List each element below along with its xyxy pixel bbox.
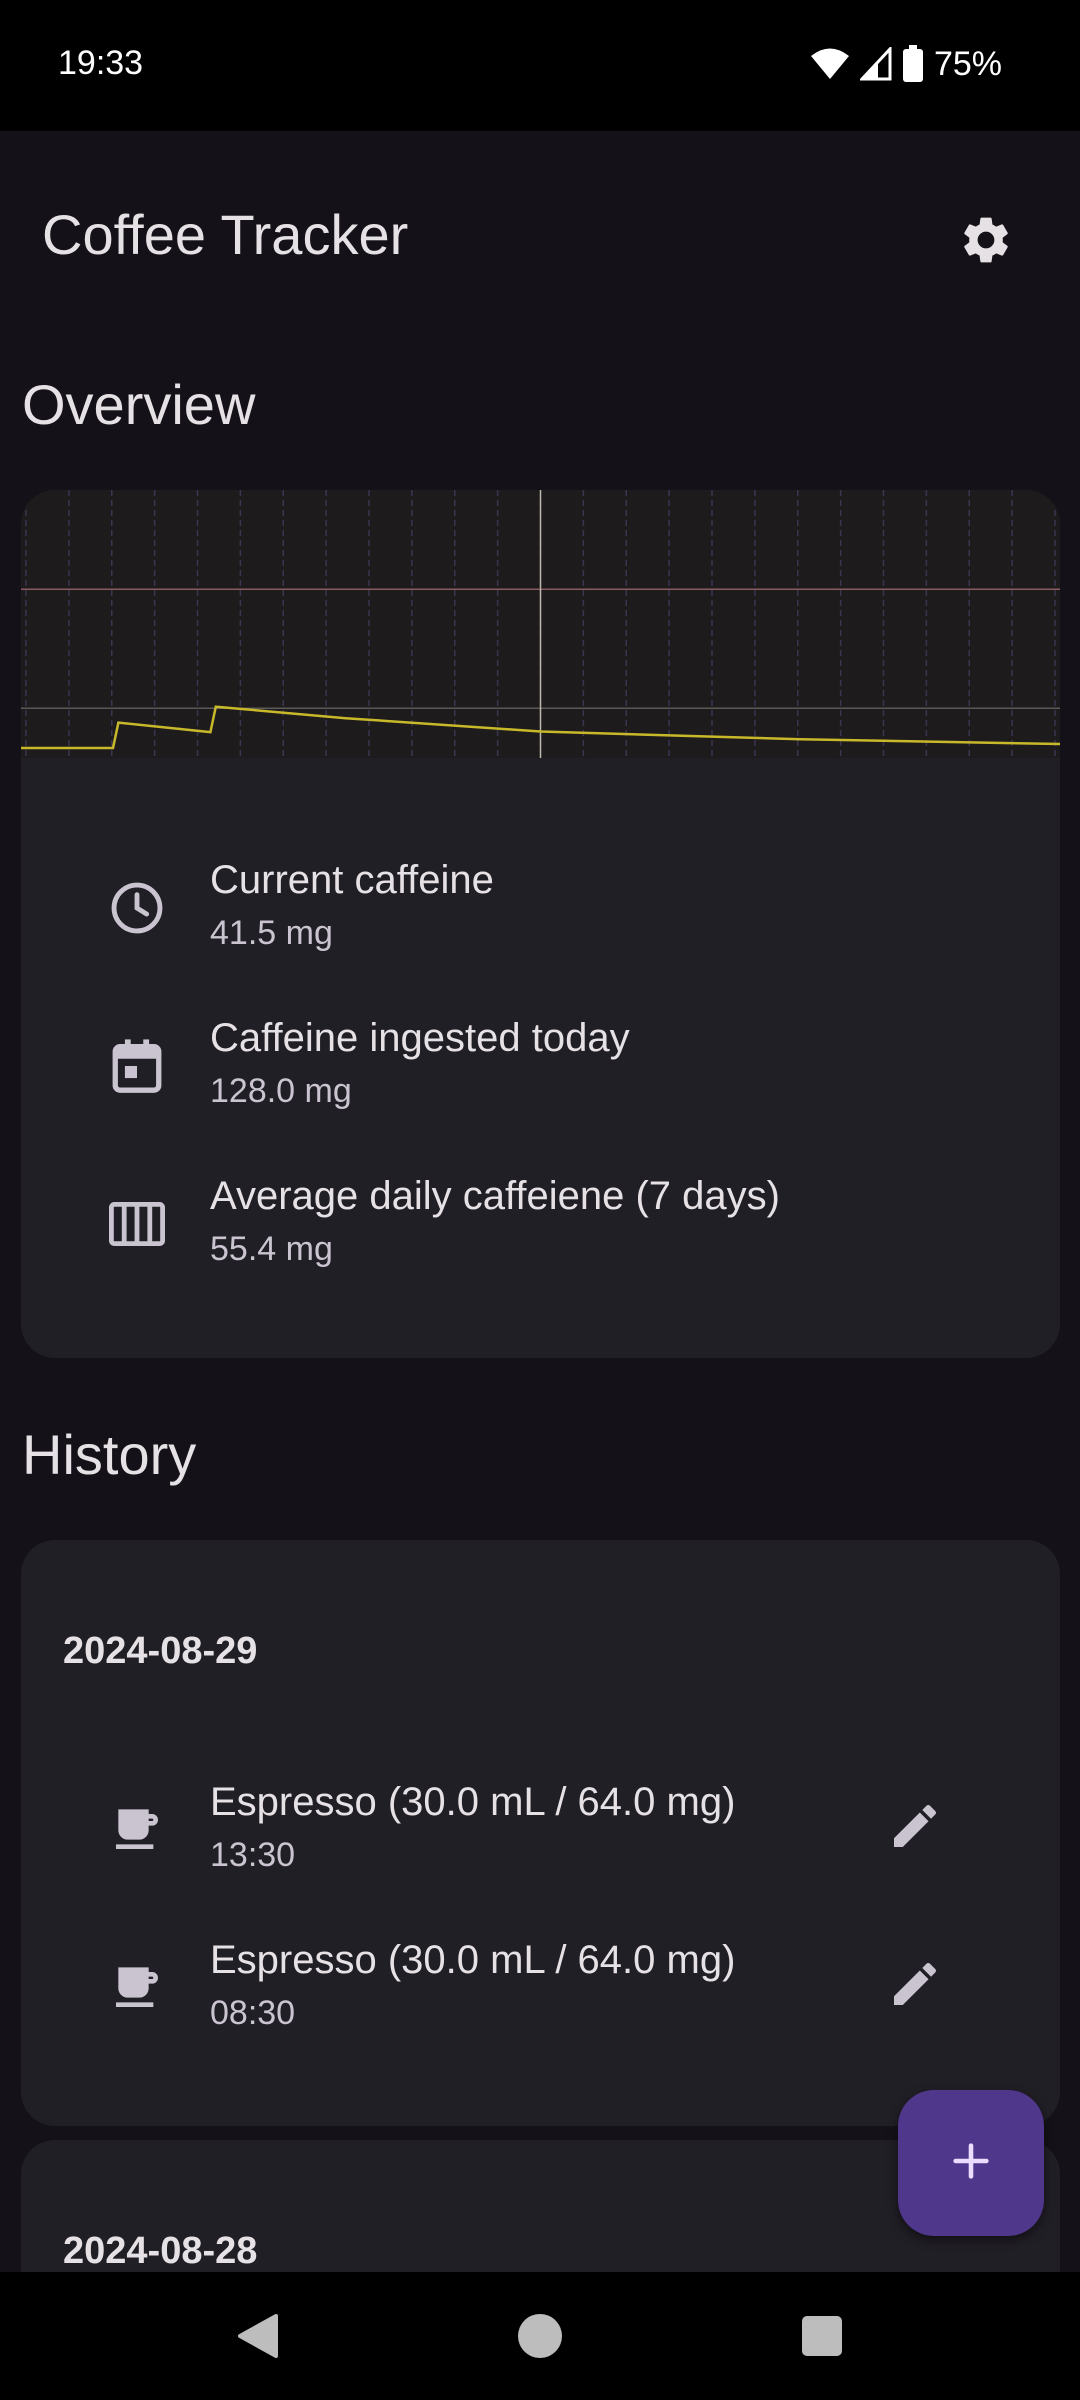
edit-button[interactable]: [879, 1792, 951, 1864]
gear-icon: [958, 212, 1014, 273]
status-icons: 75%: [810, 40, 1002, 88]
pencil-icon: [887, 1956, 943, 2017]
status-time: 19:33: [58, 44, 144, 82]
stat-today-caffeine: Caffeine ingested today 128.0 mg: [21, 1006, 1060, 1126]
overview-card: Current caffeine 41.5 mg Caffeine ingest…: [21, 490, 1060, 1358]
stat-label: Caffeine ingested today: [210, 1016, 630, 1060]
pencil-icon: [887, 1798, 943, 1859]
history-date: 2024-08-29: [63, 1630, 258, 1672]
stat-label: Current caffeine: [210, 858, 494, 902]
app-title: Coffee Tracker: [42, 203, 409, 266]
history-date: 2024-08-28: [63, 2230, 258, 2272]
coffee-cup-icon: [105, 1954, 169, 2018]
stat-value: 128.0 mg: [210, 1072, 352, 1110]
wifi-icon: [810, 47, 850, 81]
stat-label: Average daily caffeiene (7 days): [210, 1174, 780, 1218]
stat-average-caffeine: Average daily caffeiene (7 days) 55.4 mg: [21, 1164, 1060, 1284]
clock-icon: [105, 876, 169, 940]
add-entry-button[interactable]: [898, 2090, 1044, 2236]
battery-icon: [902, 45, 924, 83]
battery-percent: 75%: [933, 44, 1002, 83]
plus-icon: [948, 2138, 994, 2189]
entry-title: Espresso (30.0 mL / 64.0 mg): [210, 1938, 736, 1982]
calendar-icon: [105, 1034, 169, 1098]
stat-value: 55.4 mg: [210, 1230, 333, 1268]
edit-button[interactable]: [879, 1950, 951, 2022]
cellular-signal-icon: [859, 47, 892, 81]
back-button[interactable]: [208, 2272, 308, 2400]
status-bar: 19:33 75%: [0, 0, 1080, 131]
overview-title: Overview: [22, 373, 256, 436]
history-day-card: 2024-08-29 Espresso (30.0 mL / 64.0 mg) …: [21, 1540, 1060, 2126]
columns-icon: [105, 1192, 169, 1256]
stat-value: 41.5 mg: [210, 914, 333, 952]
entry-time: 13:30: [210, 1836, 296, 1874]
caffeine-chart: [21, 490, 1060, 758]
history-entry[interactable]: Espresso (30.0 mL / 64.0 mg) 13:30: [21, 1770, 1060, 1890]
stat-current-caffeine: Current caffeine 41.5 mg: [21, 848, 1060, 968]
entry-title: Espresso (30.0 mL / 64.0 mg): [210, 1780, 736, 1824]
history-title: History: [22, 1423, 197, 1486]
system-nav-bar: [0, 2272, 1080, 2400]
history-entry[interactable]: Espresso (30.0 mL / 64.0 mg) 08:30: [21, 1928, 1060, 2048]
screen: 19:33 75% Coffee Tracker Overview Curren…: [0, 0, 1080, 2400]
home-button[interactable]: [490, 2272, 590, 2400]
recents-button[interactable]: [772, 2272, 872, 2400]
entry-time: 08:30: [210, 1994, 296, 2032]
caffeine-chart-svg: [21, 490, 1060, 758]
coffee-cup-icon: [105, 1796, 169, 1860]
settings-button[interactable]: [950, 206, 1022, 278]
